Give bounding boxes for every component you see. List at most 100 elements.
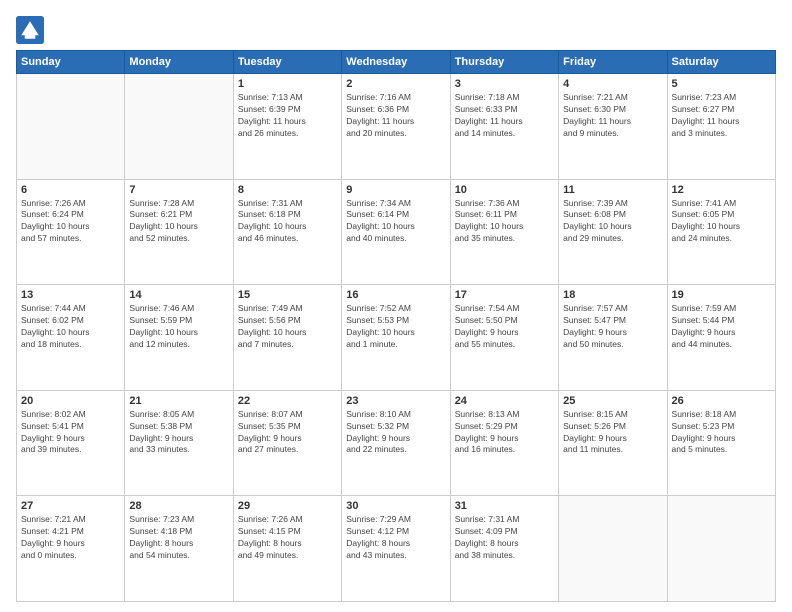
day-number: 12 — [672, 184, 771, 196]
calendar-cell: 5 Sunrise: 7:23 AM Sunset: 6:27 PM Daylig… — [667, 74, 775, 180]
calendar-cell: 19 Sunrise: 7:59 AM Sunset: 5:44 PM Dayli… — [667, 285, 775, 391]
calendar-cell: 25 Sunrise: 8:15 AM Sunset: 5:26 PM Dayli… — [559, 390, 667, 496]
calendar-cell: 9 Sunrise: 7:34 AM Sunset: 6:14 PM Daylig… — [342, 179, 450, 285]
day-number: 24 — [455, 395, 554, 407]
day-info: Sunrise: 7:28 AM Sunset: 6:21 PM Dayligh… — [129, 198, 228, 246]
day-number: 31 — [455, 500, 554, 512]
day-number: 13 — [21, 289, 120, 301]
day-info: Sunrise: 7:31 AM Sunset: 6:18 PM Dayligh… — [238, 198, 337, 246]
day-info: Sunrise: 7:21 AM Sunset: 6:30 PM Dayligh… — [563, 92, 662, 140]
day-info: Sunrise: 8:18 AM Sunset: 5:23 PM Dayligh… — [672, 409, 771, 457]
day-number: 4 — [563, 78, 662, 90]
weekday-header-tuesday: Tuesday — [233, 51, 341, 74]
calendar-header: SundayMondayTuesdayWednesdayThursdayFrid… — [17, 51, 776, 74]
day-number: 8 — [238, 184, 337, 196]
day-info: Sunrise: 8:13 AM Sunset: 5:29 PM Dayligh… — [455, 409, 554, 457]
day-info: Sunrise: 7:13 AM Sunset: 6:39 PM Dayligh… — [238, 92, 337, 140]
calendar-cell — [667, 496, 775, 602]
day-info: Sunrise: 8:10 AM Sunset: 5:32 PM Dayligh… — [346, 409, 445, 457]
day-info: Sunrise: 7:26 AM Sunset: 6:24 PM Dayligh… — [21, 198, 120, 246]
day-number: 20 — [21, 395, 120, 407]
calendar-cell: 13Sunrise: 7:44 AM Sunset: 6:02 PM Dayli… — [17, 285, 125, 391]
weekday-header-row: SundayMondayTuesdayWednesdayThursdayFrid… — [17, 51, 776, 74]
calendar-cell: 15Sunrise: 7:49 AM Sunset: 5:56 PM Dayli… — [233, 285, 341, 391]
day-number: 16 — [346, 289, 445, 301]
calendar-cell: 20 Sunrise: 8:02 AM Sunset: 5:41 PM Dayli… — [17, 390, 125, 496]
day-number: 28 — [129, 500, 228, 512]
day-number: 10 — [455, 184, 554, 196]
day-info: Sunrise: 7:41 AM Sunset: 6:05 PM Dayligh… — [672, 198, 771, 246]
weekday-header-friday: Friday — [559, 51, 667, 74]
weekday-header-thursday: Thursday — [450, 51, 558, 74]
calendar-week-row: 20 Sunrise: 8:02 AM Sunset: 5:41 PM Dayli… — [17, 390, 776, 496]
calendar-week-row: 13Sunrise: 7:44 AM Sunset: 6:02 PM Dayli… — [17, 285, 776, 391]
day-info: Sunrise: 7:46 AM Sunset: 5:59 PM Dayligh… — [129, 303, 228, 351]
day-number: 5 — [672, 78, 771, 90]
day-info: Sunrise: 7:31 AM Sunset: 4:09 PM Dayligh… — [455, 514, 554, 562]
day-info: Sunrise: 7:52 AM Sunset: 5:53 PM Dayligh… — [346, 303, 445, 351]
day-number: 19 — [672, 289, 771, 301]
day-info: Sunrise: 7:18 AM Sunset: 6:33 PM Dayligh… — [455, 92, 554, 140]
day-info: Sunrise: 7:49 AM Sunset: 5:56 PM Dayligh… — [238, 303, 337, 351]
day-info: Sunrise: 8:07 AM Sunset: 5:35 PM Dayligh… — [238, 409, 337, 457]
calendar-cell: 27Sunrise: 7:21 AM Sunset: 4:21 PM Dayli… — [17, 496, 125, 602]
day-info: Sunrise: 7:29 AM Sunset: 4:12 PM Dayligh… — [346, 514, 445, 562]
calendar-week-row: 27Sunrise: 7:21 AM Sunset: 4:21 PM Dayli… — [17, 496, 776, 602]
day-info: Sunrise: 7:23 AM Sunset: 6:27 PM Dayligh… — [672, 92, 771, 140]
day-number: 27 — [21, 500, 120, 512]
day-number: 22 — [238, 395, 337, 407]
calendar-cell: 2Sunrise: 7:16 AM Sunset: 6:36 PM Daylig… — [342, 74, 450, 180]
calendar-cell: 8 Sunrise: 7:31 AM Sunset: 6:18 PM Daylig… — [233, 179, 341, 285]
weekday-header-wednesday: Wednesday — [342, 51, 450, 74]
day-number: 29 — [238, 500, 337, 512]
calendar-cell: 24 Sunrise: 8:13 AM Sunset: 5:29 PM Dayli… — [450, 390, 558, 496]
calendar-cell: 31 Sunrise: 7:31 AM Sunset: 4:09 PM Dayli… — [450, 496, 558, 602]
calendar-cell — [559, 496, 667, 602]
day-info: Sunrise: 7:34 AM Sunset: 6:14 PM Dayligh… — [346, 198, 445, 246]
calendar-cell: 7 Sunrise: 7:28 AM Sunset: 6:21 PM Daylig… — [125, 179, 233, 285]
day-info: Sunrise: 7:39 AM Sunset: 6:08 PM Dayligh… — [563, 198, 662, 246]
header — [16, 16, 776, 44]
calendar-cell: 14Sunrise: 7:46 AM Sunset: 5:59 PM Dayli… — [125, 285, 233, 391]
calendar-cell: 17Sunrise: 7:54 AM Sunset: 5:50 PM Dayli… — [450, 285, 558, 391]
day-number: 30 — [346, 500, 445, 512]
day-number: 1 — [238, 78, 337, 90]
calendar-cell: 6Sunrise: 7:26 AM Sunset: 6:24 PM Daylig… — [17, 179, 125, 285]
calendar-cell: 16 Sunrise: 7:52 AM Sunset: 5:53 PM Dayli… — [342, 285, 450, 391]
calendar-cell: 12 Sunrise: 7:41 AM Sunset: 6:05 PM Dayli… — [667, 179, 775, 285]
calendar-table: SundayMondayTuesdayWednesdayThursdayFrid… — [16, 50, 776, 602]
day-info: Sunrise: 7:57 AM Sunset: 5:47 PM Dayligh… — [563, 303, 662, 351]
calendar-cell: 21Sunrise: 8:05 AM Sunset: 5:38 PM Dayli… — [125, 390, 233, 496]
calendar-cell: 4 Sunrise: 7:21 AM Sunset: 6:30 PM Daylig… — [559, 74, 667, 180]
day-number: 17 — [455, 289, 554, 301]
day-info: Sunrise: 7:26 AM Sunset: 4:15 PM Dayligh… — [238, 514, 337, 562]
calendar-week-row: 1 Sunrise: 7:13 AM Sunset: 6:39 PM Daylig… — [17, 74, 776, 180]
day-info: Sunrise: 8:15 AM Sunset: 5:26 PM Dayligh… — [563, 409, 662, 457]
day-number: 7 — [129, 184, 228, 196]
calendar-cell: 18Sunrise: 7:57 AM Sunset: 5:47 PM Dayli… — [559, 285, 667, 391]
calendar-cell: 26 Sunrise: 8:18 AM Sunset: 5:23 PM Dayli… — [667, 390, 775, 496]
calendar-cell: 28 Sunrise: 7:23 AM Sunset: 4:18 PM Dayli… — [125, 496, 233, 602]
day-number: 3 — [455, 78, 554, 90]
calendar-body: 1 Sunrise: 7:13 AM Sunset: 6:39 PM Daylig… — [17, 74, 776, 602]
day-number: 2 — [346, 78, 445, 90]
logo-icon — [16, 16, 44, 44]
day-info: Sunrise: 7:23 AM Sunset: 4:18 PM Dayligh… — [129, 514, 228, 562]
day-number: 25 — [563, 395, 662, 407]
calendar-cell — [125, 74, 233, 180]
day-info: Sunrise: 7:59 AM Sunset: 5:44 PM Dayligh… — [672, 303, 771, 351]
day-info: Sunrise: 7:36 AM Sunset: 6:11 PM Dayligh… — [455, 198, 554, 246]
day-info: Sunrise: 8:02 AM Sunset: 5:41 PM Dayligh… — [21, 409, 120, 457]
day-number: 9 — [346, 184, 445, 196]
calendar-cell: 22 Sunrise: 8:07 AM Sunset: 5:35 PM Dayli… — [233, 390, 341, 496]
day-number: 26 — [672, 395, 771, 407]
logo — [16, 16, 48, 44]
weekday-header-saturday: Saturday — [667, 51, 775, 74]
calendar-cell: 29 Sunrise: 7:26 AM Sunset: 4:15 PM Dayli… — [233, 496, 341, 602]
calendar-cell — [17, 74, 125, 180]
calendar-cell: 1 Sunrise: 7:13 AM Sunset: 6:39 PM Daylig… — [233, 74, 341, 180]
day-info: Sunrise: 8:05 AM Sunset: 5:38 PM Dayligh… — [129, 409, 228, 457]
day-number: 11 — [563, 184, 662, 196]
calendar-cell: 3 Sunrise: 7:18 AM Sunset: 6:33 PM Daylig… — [450, 74, 558, 180]
calendar-cell: 30 Sunrise: 7:29 AM Sunset: 4:12 PM Dayli… — [342, 496, 450, 602]
